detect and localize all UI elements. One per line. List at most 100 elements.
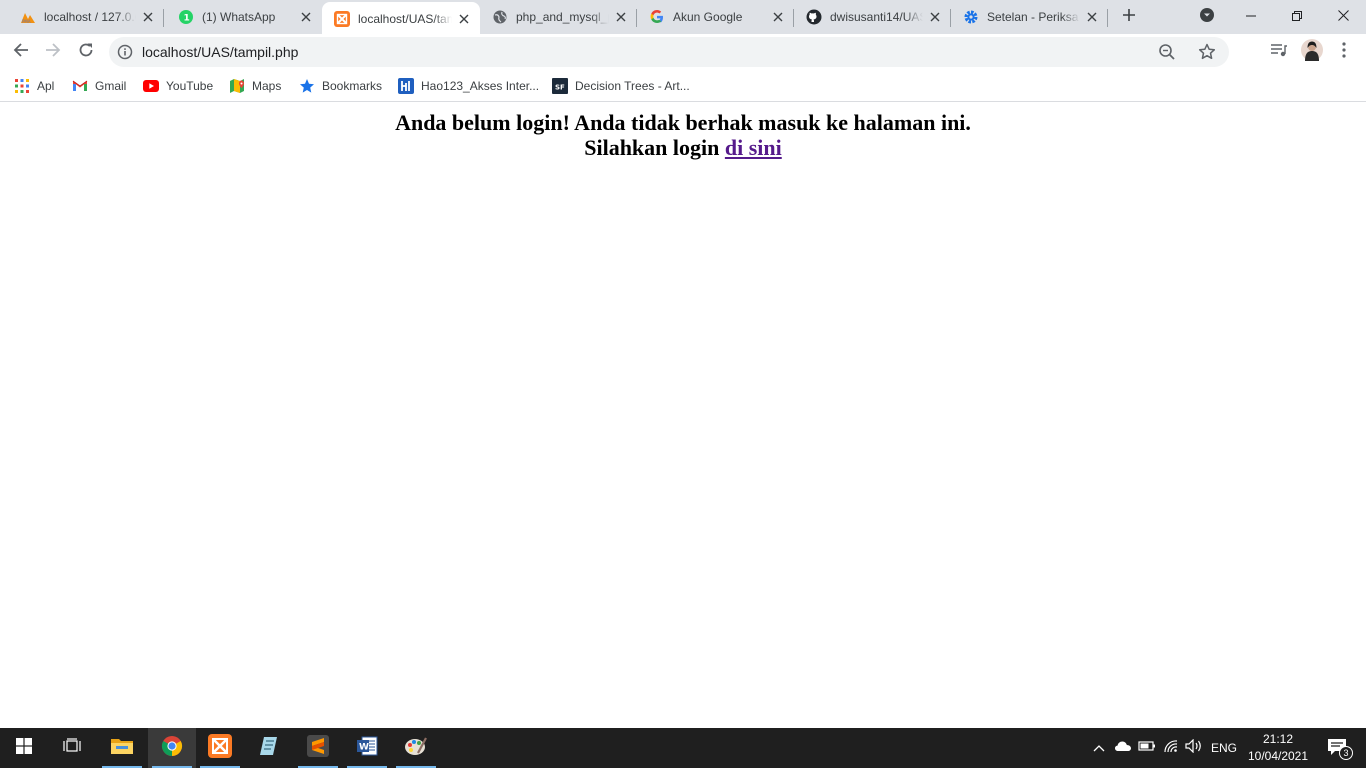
login-prompt: Silahkan login: [584, 135, 725, 160]
tab-whatsapp[interactable]: 1 (1) WhatsApp: [164, 0, 322, 34]
bookmark-label: Hao123_Akses Inter...: [421, 79, 540, 93]
reload-icon: [78, 42, 94, 63]
back-button[interactable]: [5, 36, 37, 68]
bookmark-label: Apl: [37, 79, 55, 93]
kebab-menu-icon: [1342, 41, 1346, 63]
bookmark-apps[interactable]: Apl: [14, 76, 54, 96]
tab-setelan[interactable]: Setelan - Periksa keamanan: [951, 0, 1108, 34]
plus-icon: [1122, 8, 1136, 27]
taskbar-xampp[interactable]: [196, 728, 244, 768]
settings-gear-icon: [963, 9, 979, 25]
tab-search-button[interactable]: [1191, 0, 1223, 34]
tab-php-and-mysql[interactable]: php_and_mysql_programming: [480, 0, 637, 34]
tab-title: php_and_mysql_programming: [516, 10, 609, 24]
task-view-button[interactable]: [48, 728, 96, 768]
restore-button[interactable]: [1274, 0, 1320, 34]
svg-text:W: W: [359, 742, 369, 752]
battery-button[interactable]: [1136, 728, 1158, 768]
tab-separator: [1107, 9, 1108, 27]
close-icon: [1337, 8, 1349, 26]
tab-github-uas[interactable]: dwisusanti14/UAS: [794, 0, 951, 34]
paint-palette-icon: [404, 735, 428, 762]
taskbar-file-explorer[interactable]: [98, 728, 146, 768]
close-tab-icon[interactable]: [770, 9, 786, 25]
taskbar-chrome[interactable]: [148, 728, 196, 768]
minimize-button[interactable]: [1228, 0, 1274, 34]
bookmark-decision-trees[interactable]: SF Decision Trees - Art...: [552, 76, 690, 96]
bookmark-label: YouTube: [166, 79, 214, 93]
notification-icon: 3: [1327, 738, 1353, 760]
address-bar[interactable]: localhost/UAS/tampil.php: [109, 37, 1229, 67]
tab-title: (1) WhatsApp: [202, 10, 276, 24]
system-clock[interactable]: 21:12 10/04/2021: [1240, 731, 1316, 765]
bookmark-bookmarks[interactable]: Bookmarks: [299, 76, 382, 96]
bookmark-gmail[interactable]: Gmail: [72, 76, 126, 96]
arrow-right-icon: [45, 42, 61, 63]
close-tab-icon[interactable]: [927, 9, 943, 25]
tab-title: dwisusanti14/UAS: [830, 10, 923, 24]
profile-button[interactable]: [1296, 36, 1328, 68]
bookmark-maps[interactable]: Maps: [229, 76, 281, 96]
action-center-button[interactable]: 3: [1318, 728, 1358, 768]
taskbar-sublime-text[interactable]: [294, 728, 342, 768]
bookmark-youtube[interactable]: YouTube: [143, 76, 213, 96]
network-button[interactable]: [1160, 728, 1182, 768]
taskbar-paint[interactable]: [392, 728, 440, 768]
tab-strip: PMA localhost / 127.0.0.1 1 (1) WhatsApp…: [0, 0, 1366, 36]
phpmyadmin-icon: PMA: [20, 9, 36, 25]
arrow-left-icon: [13, 42, 29, 63]
new-tab-button[interactable]: [1113, 0, 1145, 34]
tab-akun-google[interactable]: Akun Google: [637, 0, 794, 34]
bookmark-label: Bookmarks: [322, 79, 383, 93]
sublime-text-icon: [307, 734, 329, 762]
bookmark-star-icon[interactable]: [1197, 42, 1217, 62]
close-tab-icon[interactable]: [140, 9, 156, 25]
start-button[interactable]: [0, 728, 48, 768]
github-icon: [806, 9, 822, 25]
task-view-icon: [63, 737, 81, 759]
taskbar-word[interactable]: W: [343, 728, 391, 768]
reload-button[interactable]: [70, 36, 102, 68]
gmail-icon: [72, 78, 88, 94]
forward-button[interactable]: [37, 36, 69, 68]
onedrive-button[interactable]: [1112, 728, 1134, 768]
bookmarks-bar: Apl Gmail YouTube Maps Bookmarks Hao123_…: [0, 70, 1366, 102]
word-icon: W: [356, 735, 378, 762]
xampp-icon: [208, 733, 232, 763]
bookmark-label: Gmail: [95, 79, 127, 93]
svg-text:PMA: PMA: [22, 19, 31, 24]
playlist-icon: [1270, 42, 1288, 63]
clock-time: 21:12: [1262, 732, 1294, 746]
taskbar-notepad[interactable]: [245, 728, 293, 768]
close-tab-icon[interactable]: [298, 9, 314, 25]
globe-icon: [492, 9, 508, 25]
zoom-icon[interactable]: [1157, 42, 1177, 62]
notification-count-badge: 3: [1339, 746, 1353, 760]
menu-button[interactable]: [1328, 36, 1360, 68]
youtube-icon: [143, 78, 159, 94]
maps-icon: [229, 78, 245, 94]
tab-title: localhost/UAS/tampil.php: [358, 12, 452, 26]
page-content: Anda belum login! Anda tidak berhak masu…: [0, 103, 1366, 728]
restore-icon: [1292, 8, 1302, 26]
info-icon[interactable]: [117, 44, 133, 60]
show-hidden-icons-button[interactable]: [1088, 728, 1110, 768]
bookmark-hao123[interactable]: Hao123_Akses Inter...: [398, 76, 539, 96]
svg-text:SF: SF: [555, 84, 565, 92]
url-text[interactable]: localhost/UAS/tampil.php: [142, 44, 298, 60]
close-tab-icon[interactable]: [613, 9, 629, 25]
close-tab-icon[interactable]: [456, 11, 472, 27]
media-control-button[interactable]: [1263, 36, 1295, 68]
close-window-button[interactable]: [1320, 0, 1366, 34]
volume-button[interactable]: [1183, 728, 1205, 768]
tab-phpmyadmin[interactable]: PMA localhost / 127.0.0.1: [0, 0, 164, 34]
minimize-icon: [1246, 8, 1256, 26]
sf-icon: SF: [552, 78, 568, 94]
login-link[interactable]: di sini: [725, 135, 782, 160]
hao123-icon: [398, 78, 414, 94]
avatar: [1301, 38, 1323, 66]
tab-localhost-uas[interactable]: localhost/UAS/tampil.php: [322, 2, 480, 36]
dropdown-circle-icon: [1199, 7, 1215, 28]
close-tab-icon[interactable]: [1084, 9, 1100, 25]
language-indicator[interactable]: ENG: [1207, 728, 1241, 768]
